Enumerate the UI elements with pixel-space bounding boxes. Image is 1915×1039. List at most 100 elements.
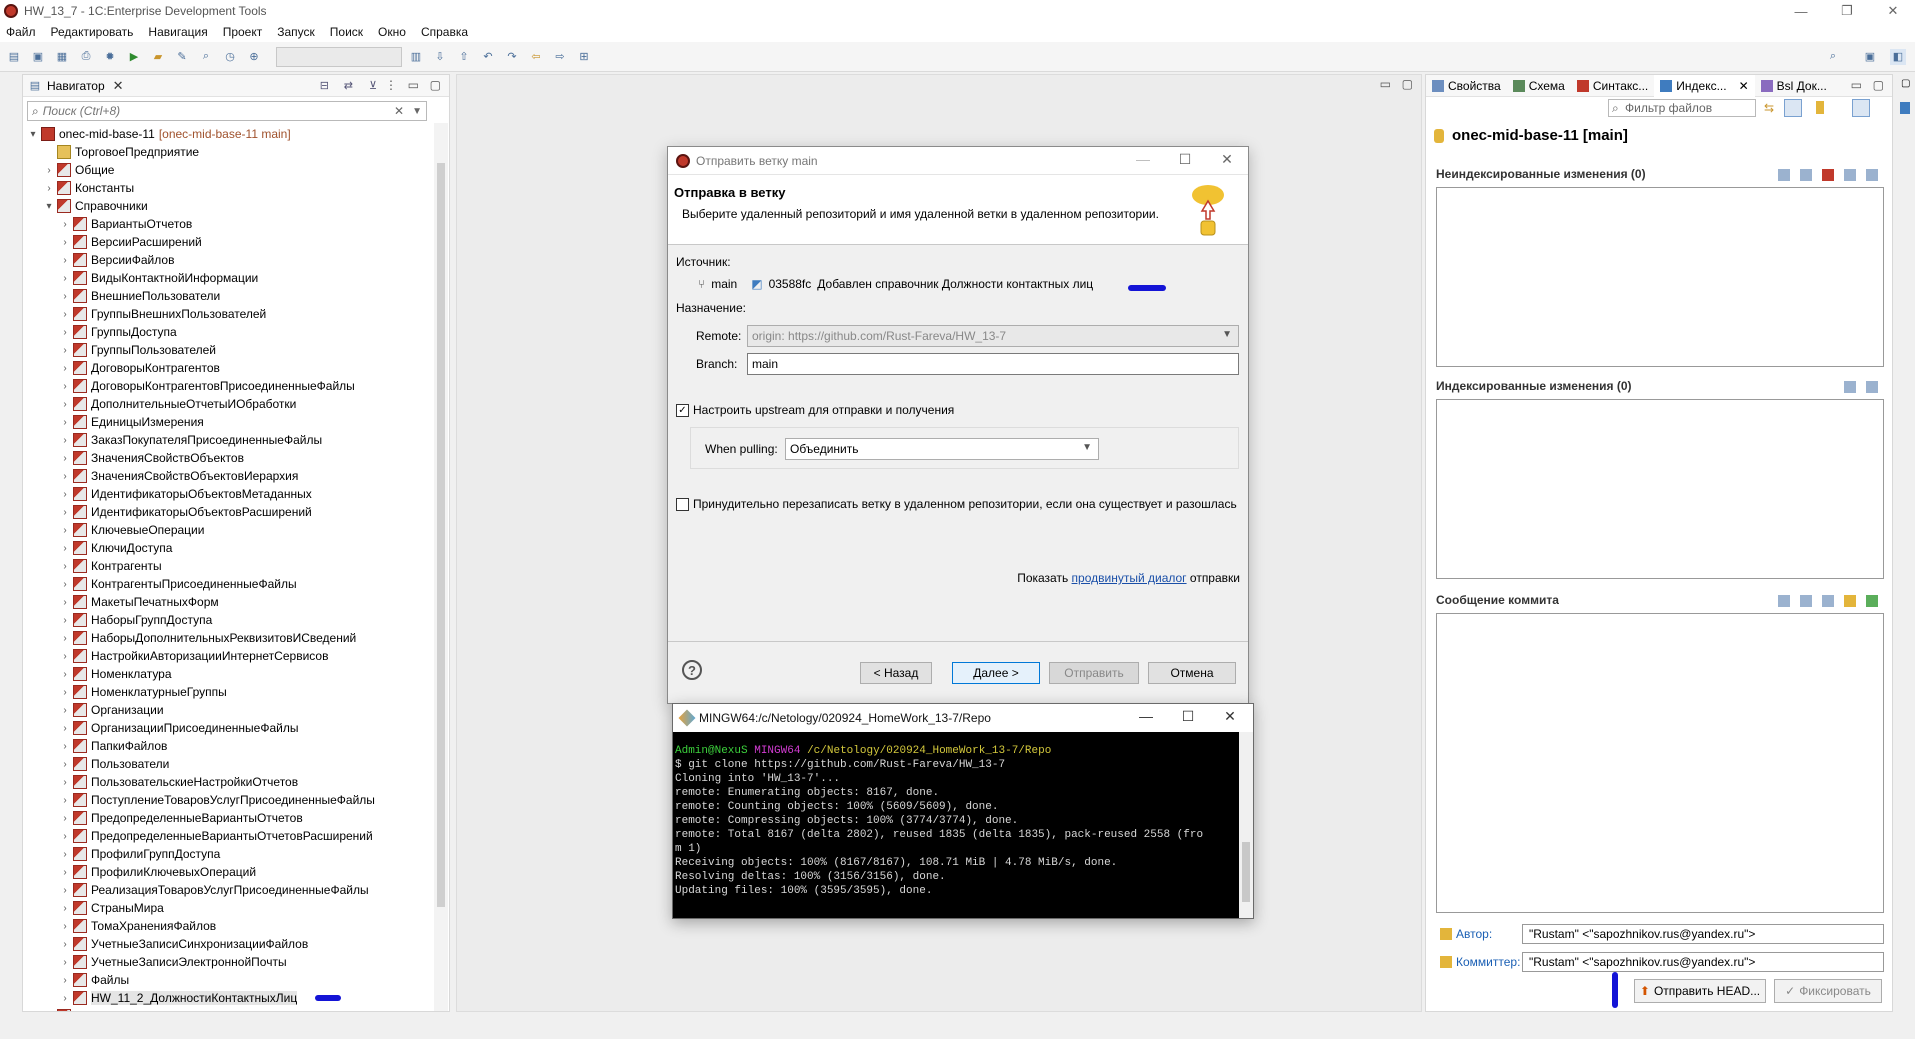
chevron-right-icon[interactable]: › bbox=[59, 903, 71, 914]
tree-item-catalog[interactable]: › Файлы bbox=[25, 971, 435, 989]
terminal-output[interactable]: Admin@NexuS MINGW64 /c/Netology/020924_H… bbox=[673, 732, 1253, 898]
open-folder-icon[interactable]: ▰ bbox=[150, 49, 166, 65]
tab-docs[interactable]: Вsl Док... bbox=[1755, 75, 1833, 97]
upstream-checkbox[interactable]: ✓ bbox=[676, 403, 689, 417]
terminal-minimize-button[interactable]: — bbox=[1131, 708, 1161, 724]
navigator-scrollbar[interactable] bbox=[434, 123, 448, 1011]
tree-item-catalog[interactable]: › ПредопределенныеВариантыОтчетовРасширен… bbox=[25, 827, 435, 845]
terminal-maximize-button[interactable]: ☐ bbox=[1173, 708, 1203, 725]
editor-maximize-icon[interactable]: ▢ bbox=[1402, 77, 1413, 91]
tree-item-catalog[interactable]: › ПоступлениеТоваровУслугПрисоединенныеФа… bbox=[25, 791, 435, 809]
form-icon[interactable]: ▥ bbox=[408, 49, 424, 65]
chevron-right-icon[interactable]: › bbox=[59, 489, 71, 500]
tree-item-catalog[interactable]: › КлючевыеОперации bbox=[25, 521, 435, 539]
minimize-view-icon[interactable]: ▭ bbox=[1851, 78, 1862, 92]
sign-off-icon[interactable] bbox=[1822, 595, 1834, 607]
link-editor-icon[interactable]: ⇄ bbox=[344, 79, 353, 92]
clear-search-icon[interactable]: ✕ bbox=[394, 104, 404, 118]
tree-item-catalog[interactable]: › ВидыКонтактнойИнформации bbox=[25, 269, 435, 287]
staging-view-icon[interactable] bbox=[1900, 102, 1910, 114]
push-button[interactable]: Отправить bbox=[1049, 662, 1139, 684]
navigator-search[interactable]: ⌕ ✕ ▼ bbox=[27, 101, 427, 121]
when-pulling-select[interactable]: Объединить ▼ bbox=[785, 438, 1099, 460]
chevron-right-icon[interactable]: › bbox=[59, 579, 71, 590]
save-all-icon[interactable]: ▦ bbox=[54, 49, 70, 65]
close-icon[interactable]: ✕ bbox=[1739, 79, 1749, 93]
chevron-right-icon[interactable]: › bbox=[59, 255, 71, 266]
tree-item-catalog[interactable]: › РеализацияТоваровУслугПрисоединенныеФай… bbox=[25, 881, 435, 899]
chevron-right-icon[interactable]: › bbox=[59, 867, 71, 878]
change-id-icon[interactable] bbox=[1866, 595, 1878, 607]
menu-project[interactable]: Проект bbox=[223, 25, 263, 39]
menu-help[interactable]: Справка bbox=[421, 25, 468, 39]
back-edit-icon[interactable]: ↶ bbox=[480, 49, 496, 65]
toolbar-combo[interactable] bbox=[276, 46, 402, 67]
menu-run[interactable]: Запуск bbox=[277, 25, 315, 39]
run-icon[interactable]: ▶ bbox=[126, 49, 142, 65]
tree-item[interactable]: ТорговоеПредприятие bbox=[25, 143, 435, 161]
edt-perspective-icon[interactable]: ◧ bbox=[1890, 48, 1906, 65]
dialog-maximize-button[interactable]: ☐ bbox=[1170, 151, 1200, 168]
scroll-thumb[interactable] bbox=[1242, 842, 1250, 902]
chevron-right-icon[interactable]: › bbox=[59, 687, 71, 698]
chevron-right-icon[interactable]: › bbox=[59, 849, 71, 860]
push-head-button[interactable]: ⬆ Отправить HEAD... bbox=[1634, 979, 1766, 1003]
tree-item-catalog[interactable]: › HW_11_2_ДолжностиКонтактныхЛиц bbox=[25, 989, 435, 1007]
prev-annotation-icon[interactable]: ⇧ bbox=[456, 49, 472, 65]
chevron-right-icon[interactable]: › bbox=[59, 741, 71, 752]
advanced-dialog-link[interactable]: продвинутый диалог bbox=[1072, 571, 1187, 585]
tree-item-catalog[interactable]: › КлючиДоступа bbox=[25, 539, 435, 557]
forward-edit-icon[interactable]: ↷ bbox=[504, 49, 520, 65]
tree-item-catalog[interactable]: › ПользовательскиеНастройкиОтчетов bbox=[25, 773, 435, 791]
chevron-right-icon[interactable]: › bbox=[59, 831, 71, 842]
tree-item-catalog[interactable]: › ЗначенияСвойствОбъектов bbox=[25, 449, 435, 467]
tree-item-catalog[interactable]: › ЗначенияСвойствОбъектовИерархия bbox=[25, 467, 435, 485]
tree-item-catalog[interactable]: › УчетныеЗаписиСинхронизацииФайлов bbox=[25, 935, 435, 953]
chevron-right-icon[interactable]: › bbox=[59, 399, 71, 410]
chevron-right-icon[interactable]: › bbox=[59, 561, 71, 572]
previous-message-icon[interactable] bbox=[1778, 595, 1790, 607]
menu-search[interactable]: Поиск bbox=[330, 25, 363, 39]
lock-icon[interactable] bbox=[1844, 595, 1856, 607]
file-filter-input[interactable]: ⌕ Фильтр файлов bbox=[1608, 99, 1756, 117]
tree-root-project[interactable]: ▾ onec-mid-base-11 [onec-mid-base-11 main] bbox=[25, 125, 435, 143]
chevron-right-icon[interactable]: › bbox=[59, 237, 71, 248]
tree-item-catalog[interactable]: › ТомаХраненияФайлов bbox=[25, 917, 435, 935]
chevron-right-icon[interactable]: › bbox=[59, 651, 71, 662]
tree-item-catalog[interactable]: › ПрофилиГруппДоступа bbox=[25, 845, 435, 863]
chevron-right-icon[interactable]: › bbox=[59, 633, 71, 644]
save-icon[interactable]: ▣ bbox=[30, 49, 46, 65]
layout-icon[interactable] bbox=[1844, 169, 1856, 181]
menu-edit[interactable]: Редактировать bbox=[51, 25, 134, 39]
chevron-right-icon[interactable]: › bbox=[59, 705, 71, 716]
branch-input[interactable]: main bbox=[747, 353, 1239, 375]
force-checkbox[interactable] bbox=[676, 497, 689, 511]
scroll-thumb[interactable] bbox=[437, 163, 445, 907]
navigator-search-input[interactable] bbox=[42, 104, 383, 118]
tree-item-catalog[interactable]: › ДоговорыКонтрагентовПрисоединенныеФайлы bbox=[25, 377, 435, 395]
tree-item-catalog[interactable]: › Контрагенты bbox=[25, 557, 435, 575]
tree-item-catalog[interactable]: › ВнешниеПользователи bbox=[25, 287, 435, 305]
chevron-right-icon[interactable]: › bbox=[43, 165, 55, 176]
tree-item-catalog[interactable]: › ЗаказПокупателяПрисоединенныеФайлы bbox=[25, 431, 435, 449]
tree-item-catalog[interactable]: › ПапкиФайлов bbox=[25, 737, 435, 755]
tree-item[interactable]: ▾ Справочники bbox=[25, 197, 435, 215]
tree-item-catalog[interactable]: › ЕдиницыИзмерения bbox=[25, 413, 435, 431]
tree-item-catalog[interactable]: › ВерсииФайлов bbox=[25, 251, 435, 269]
chevron-right-icon[interactable]: › bbox=[59, 669, 71, 680]
chevron-right-icon[interactable]: › bbox=[59, 615, 71, 626]
terminal-scrollbar[interactable] bbox=[1239, 732, 1253, 918]
remote-select[interactable]: origin: https://github.com/Rust-Fareva/H… bbox=[747, 325, 1239, 347]
chevron-right-icon[interactable]: › bbox=[59, 939, 71, 950]
chevron-right-icon[interactable]: › bbox=[59, 597, 71, 608]
search-dropdown-icon[interactable]: ▼ bbox=[412, 106, 422, 117]
tree-item-catalog[interactable]: › ПредопределенныеВариантыОтчетов bbox=[25, 809, 435, 827]
pin-icon[interactable]: ⊞ bbox=[576, 49, 592, 65]
editor-minimize-icon[interactable]: ▭ bbox=[1380, 77, 1391, 91]
chevron-right-icon[interactable]: › bbox=[59, 507, 71, 518]
add-icon[interactable] bbox=[1778, 169, 1790, 181]
staged-list[interactable] bbox=[1436, 399, 1884, 579]
tree-item-catalog[interactable]: › ПрофилиКлючевыхОпераций bbox=[25, 863, 435, 881]
chevron-right-icon[interactable]: › bbox=[43, 1011, 55, 1012]
find-icon[interactable]: ⌕ bbox=[198, 49, 214, 65]
